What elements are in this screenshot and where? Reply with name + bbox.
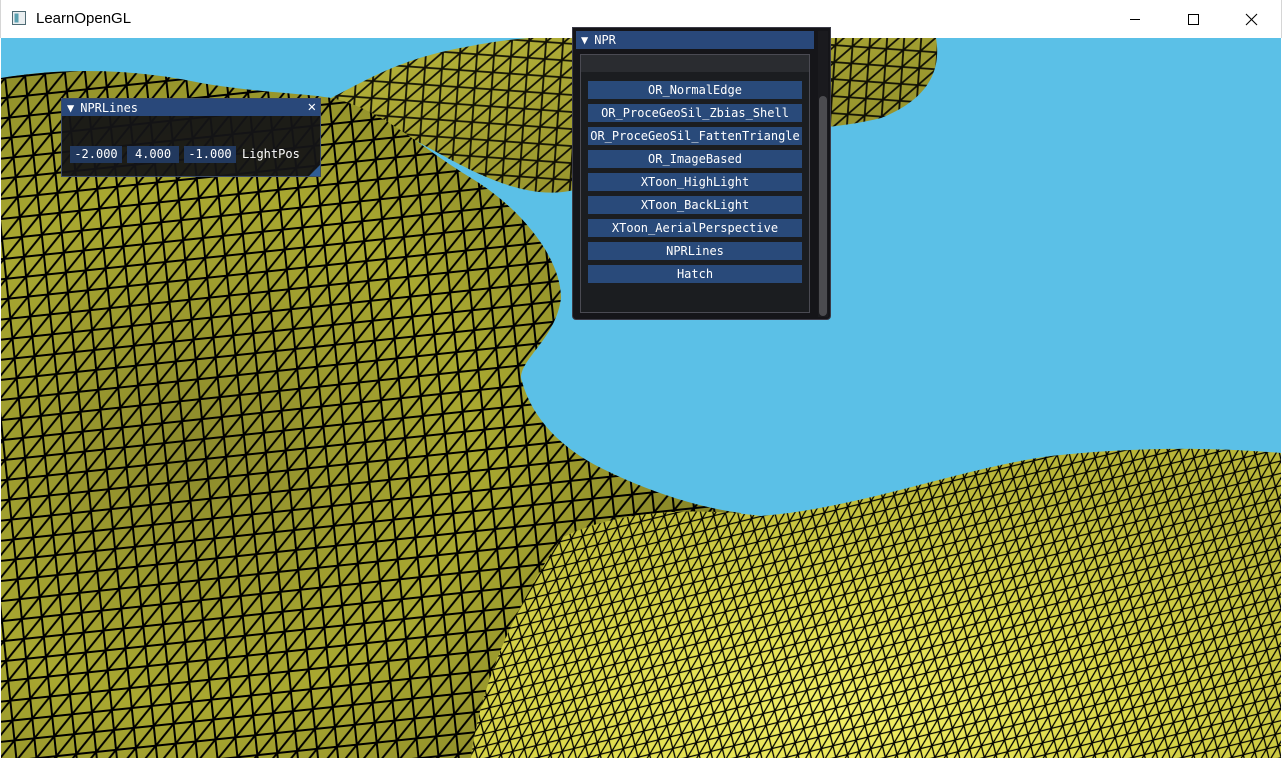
collapse-arrow-icon[interactable]: ▼ (581, 33, 588, 47)
lightpos-z-field[interactable]: -1.000 (184, 146, 236, 163)
lightpos-z-value: -1.000 (188, 147, 232, 161)
npr-panel-titlebar[interactable]: ▼ NPR (576, 31, 814, 49)
nprlines-button[interactable]: NPRLines (588, 242, 802, 260)
maximize-icon (1188, 14, 1199, 25)
lightpos-y-value: 4.000 (134, 147, 172, 161)
collapse-arrow-icon[interactable]: ▼ (67, 101, 74, 115)
hatch-button[interactable]: Hatch (588, 265, 802, 283)
lightpos-y-field[interactable]: 4.000 (127, 146, 179, 163)
nprlines-panel[interactable]: ▼ NPRLines ✕ -2.000 4.000 -1.000 LightPo… (61, 98, 321, 177)
xtoon-aerialperspective-button[interactable]: XToon_AerialPerspective (588, 219, 802, 237)
nprlines-panel-titlebar[interactable]: ▼ NPRLines ✕ (62, 99, 320, 116)
minimize-button[interactable] (1106, 0, 1164, 38)
or-procegeosil-fattentriangle-button[interactable]: OR_ProceGeoSil_FattenTriangle (588, 127, 802, 145)
lightpos-label: LightPos (242, 147, 300, 161)
lightpos-x-field[interactable]: -2.000 (70, 146, 122, 163)
maximize-button[interactable] (1164, 0, 1222, 38)
close-icon[interactable]: ✕ (308, 99, 316, 116)
or-normaledge-button[interactable]: OR_NormalEdge (588, 81, 802, 99)
close-icon (1245, 13, 1257, 25)
npr-button-list: OR_NormalEdge OR_ProceGeoSil_Zbias_Shell… (580, 54, 810, 313)
minimize-icon (1130, 19, 1140, 20)
xtoon-highlight-button[interactable]: XToon_HighLight (588, 173, 802, 191)
or-procegeosil-zbias-shell-button[interactable]: OR_ProceGeoSil_Zbias_Shell (588, 104, 802, 122)
app-window-icon (12, 11, 26, 25)
npr-list-header (581, 55, 809, 72)
or-imagebased-button[interactable]: OR_ImageBased (588, 150, 802, 168)
window-title: LearnOpenGL (36, 10, 132, 27)
resize-grip[interactable] (309, 165, 320, 176)
npr-panel-title: NPR (594, 33, 616, 47)
xtoon-backlight-button[interactable]: XToon_BackLight (588, 196, 802, 214)
lightpos-x-value: -2.000 (74, 147, 118, 161)
nprlines-panel-title: NPRLines (80, 100, 139, 115)
npr-scrollbar-thumb[interactable] (819, 96, 827, 316)
npr-panel[interactable]: ▼ NPR OR_NormalEdge OR_ProceGeoSil_Zbias… (572, 27, 831, 320)
close-button[interactable] (1222, 0, 1280, 38)
